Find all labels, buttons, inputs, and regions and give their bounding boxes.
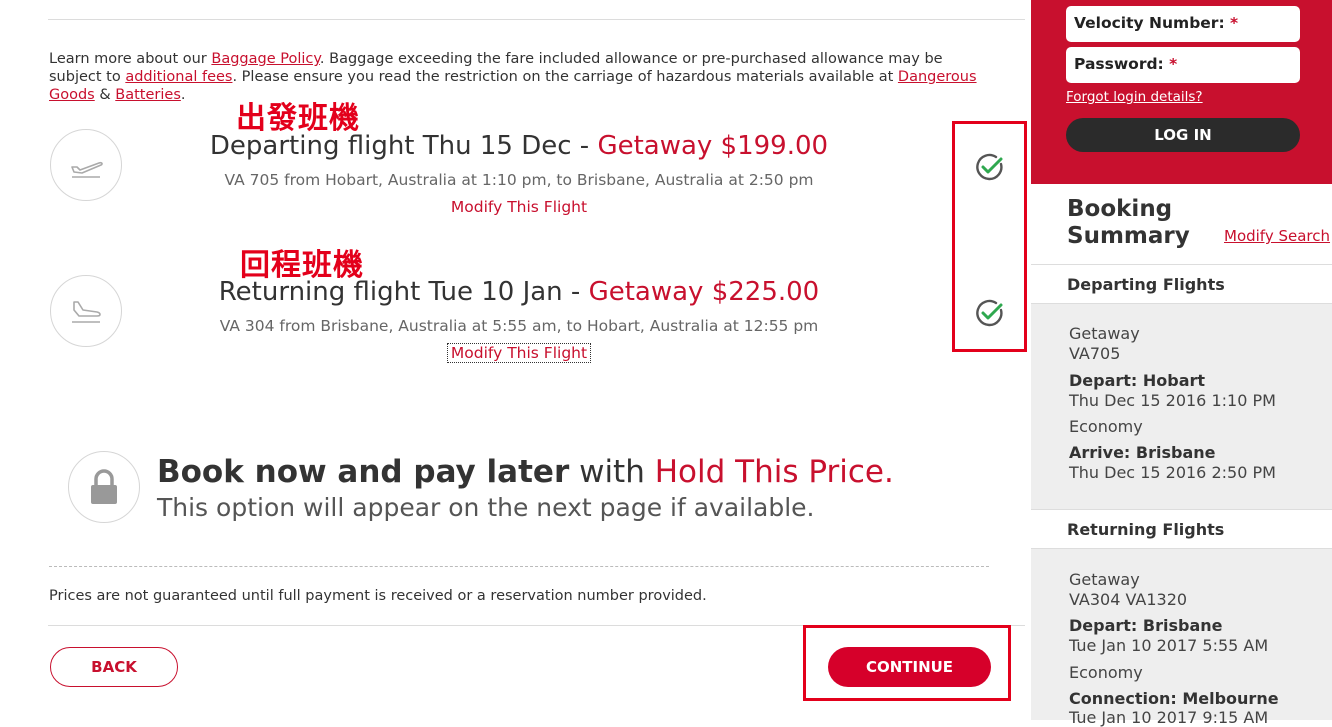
hold-this-price-text: Hold This Price. [654,454,894,490]
velocity-number-label: Velocity Number: [1074,14,1231,32]
ret-flight-number: VA304 VA1320 [1069,590,1188,609]
forgot-login-link[interactable]: Forgot login details? [1066,89,1203,105]
modify-returning-wrapper: Modify This Flight [169,343,869,363]
departing-flights-header: Departing Flights [1031,264,1332,304]
lock-icon [91,469,117,504]
password-field[interactable]: Password: * [1066,47,1300,83]
departing-flight-title: Departing flight Thu 15 Dec - Getaway $1… [169,131,869,161]
baggage-policy-link[interactable]: Baggage Policy [211,51,320,67]
plane-landing-icon [72,301,101,323]
modify-returning-flight-link[interactable]: Modify This Flight [446,343,592,363]
dep-depart-city: Depart: Hobart [1069,371,1206,390]
ret-class: Economy [1069,663,1143,682]
hold-lock-badge [68,451,140,523]
ret-depart-city: Depart: Brisbane [1069,616,1223,635]
hold-subtext: This option will appear on the next page… [157,493,815,522]
plane-takeoff-icon [71,161,103,178]
hold-middle-text: with [569,454,655,490]
departing-flight-detail: VA 705 from Hobart, Australia at 1:10 pm… [224,171,814,189]
returning-flights-header: Returning Flights [1031,509,1332,549]
baggage-text: Learn more about our [49,51,212,67]
returning-flight-detail: VA 304 from Brisbane, Australia at 5:55 … [219,317,819,335]
check-circle-icon [976,153,1003,181]
returning-plane-badge [50,275,122,347]
departing-plane-badge [50,129,122,201]
ret-depart-time: Tue Jan 10 2017 5:55 AM [1069,636,1269,655]
dep-depart-time: Thu Dec 15 2016 1:10 PM [1069,391,1276,410]
modify-departing-flight-link[interactable]: Modify This Flight [169,198,869,216]
dashed-divider [49,566,989,567]
baggage-info: Learn more about our Baggage Policy. Bag… [49,50,999,104]
required-mark: * [1169,55,1178,73]
returning-price: Getaway $225.00 [588,277,820,307]
dep-arrive-city: Arrive: Brisbane [1069,443,1216,462]
modify-search-link[interactable]: Modify Search [1224,227,1330,245]
dep-class: Economy [1069,417,1143,436]
additional-fees-link[interactable]: additional fees [125,69,232,85]
required-mark: * [1230,14,1239,32]
continue-button[interactable]: CONTINUE [828,647,991,687]
batteries-link[interactable]: Batteries [115,87,181,103]
returning-title-text: Returning flight Tue 10 Jan - [218,277,589,307]
baggage-text: . Please ensure you read the restriction… [232,69,898,85]
returning-flight-title: Returning flight Tue 10 Jan - Getaway $2… [169,277,869,307]
check-circle-icon [976,299,1003,327]
prices-disclaimer: Prices are not guaranteed until full pay… [49,588,707,604]
departing-price: Getaway $199.00 [597,131,829,161]
dep-flight-number: VA705 [1069,344,1121,363]
login-button[interactable]: LOG IN [1066,118,1300,152]
baggage-text: . [180,87,186,103]
back-button[interactable]: BACK [50,647,178,687]
hold-bold-text: Book now and pay later [157,454,570,490]
top-divider [48,19,1025,20]
ret-connection-city: Connection: Melbourne [1069,689,1279,708]
dep-fare: Getaway [1069,324,1140,343]
baggage-text: & [94,87,116,103]
dep-arrive-time: Thu Dec 15 2016 2:50 PM [1069,463,1276,482]
ret-connection-time: Tue Jan 10 2017 9:15 AM [1069,708,1269,727]
departing-title-text: Departing flight Thu 15 Dec - [209,131,598,161]
password-label: Password: [1074,55,1170,73]
ret-fare: Getaway [1069,570,1140,589]
booking-summary-title: Booking Summary [1067,196,1190,249]
hold-headline: Book now and pay later with Hold This Pr… [157,454,894,490]
velocity-number-field[interactable]: Velocity Number: * [1066,6,1300,42]
